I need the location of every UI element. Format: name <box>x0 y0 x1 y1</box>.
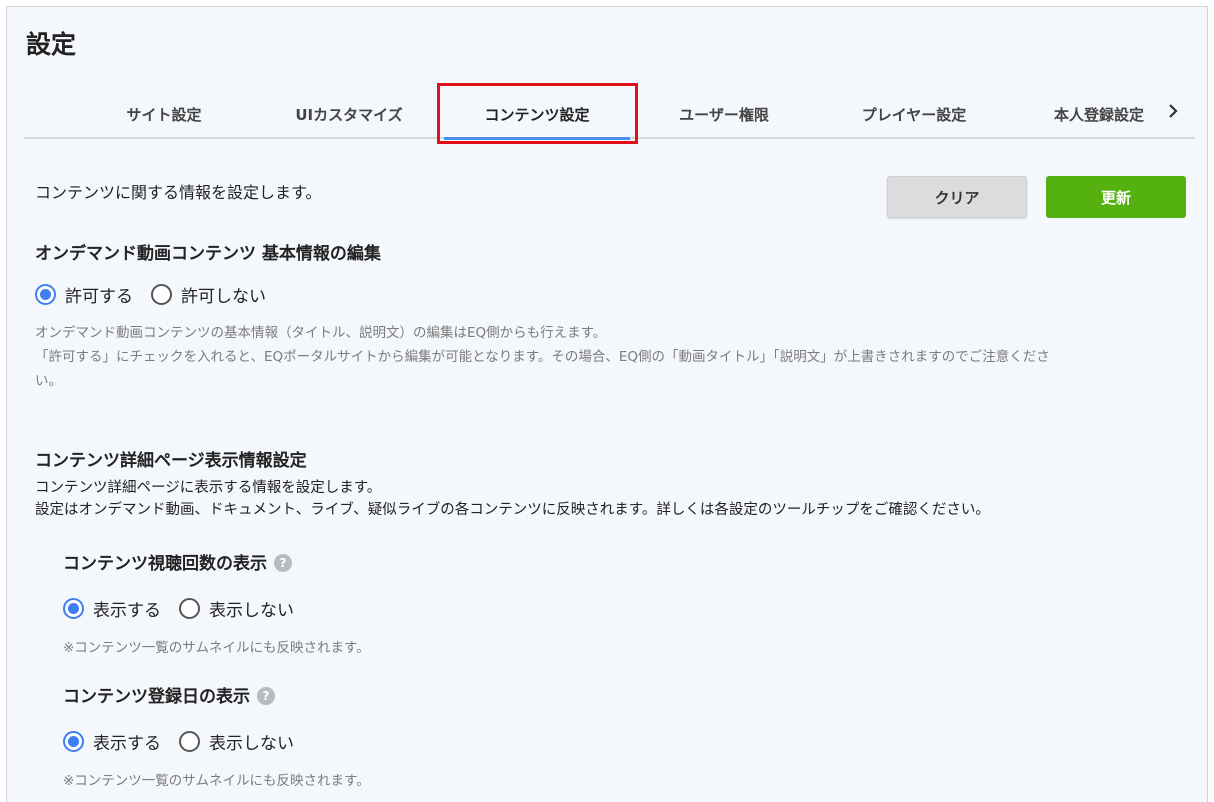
view-count-radio-group: 表示する 表示しない <box>63 596 312 621</box>
view-count-note: ※コンテンツ一覧のサムネイルにも反映されます。 <box>63 640 370 656</box>
radio-unchecked-icon <box>179 731 200 752</box>
view-count-label: コンテンツ視聴回数の表示 <box>63 554 267 574</box>
radio-label: 表示しない <box>209 734 294 754</box>
detail-section-title: コンテンツ詳細ページ表示情報設定 <box>35 451 307 471</box>
view-count-hide-radio[interactable]: 表示しない <box>179 596 294 621</box>
note-line: 「許可する」にチェックを入れると、EQポータルサイトから編集が可能となります。そ… <box>35 349 1050 365</box>
view-count-title: コンテンツ視聴回数の表示 ? <box>63 549 292 574</box>
radio-checked-icon <box>63 598 84 619</box>
intro-text: コンテンツに関する情報を設定します。 <box>35 183 322 202</box>
reg-date-label: コンテンツ登録日の表示 <box>63 687 250 707</box>
radio-unchecked-icon <box>151 284 172 305</box>
note-line: オンデマンド動画コンテンツの基本情報（タイトル、説明文）の編集はEQ側からも行え… <box>35 325 607 341</box>
radio-unchecked-icon <box>179 598 200 619</box>
tab-identity-registration[interactable]: 本人登録設定 <box>1024 91 1174 137</box>
help-icon[interactable]: ? <box>257 687 275 705</box>
desc-line: コンテンツ詳細ページに表示する情報を設定します。 <box>35 480 382 496</box>
tab-site-settings[interactable]: サイト設定 <box>84 91 244 137</box>
clear-button[interactable]: クリア <box>887 176 1027 218</box>
radio-label: 表示する <box>93 601 161 621</box>
radio-label: 表示する <box>93 734 161 754</box>
tab-player-settings[interactable]: プレイヤー設定 <box>824 91 1004 137</box>
update-button[interactable]: 更新 <box>1046 176 1186 218</box>
reg-date-radio-group: 表示する 表示しない <box>63 729 312 754</box>
radio-label: 許可しない <box>181 287 266 307</box>
tab-content-settings[interactable]: コンテンツ設定 <box>444 91 630 140</box>
reg-date-title: コンテンツ登録日の表示 ? <box>63 682 275 707</box>
ondemand-allow-radio[interactable]: 許可する <box>35 282 133 307</box>
tab-bar: サイト設定 UIカスタマイズ コンテンツ設定 ユーザー権限 プレイヤー設定 本人… <box>24 91 1195 140</box>
ondemand-section-title: オンデマンド動画コンテンツ 基本情報の編集 <box>35 244 381 264</box>
chevron-right-icon[interactable] <box>1163 99 1183 123</box>
reg-date-hide-radio[interactable]: 表示しない <box>179 729 294 754</box>
desc-line: 設定はオンデマンド動画、ドキュメント、ライブ、疑似ライブの各コンテンツに反映され… <box>35 502 990 518</box>
ondemand-radio-group: 許可する 許可しない <box>35 282 284 307</box>
reg-date-show-radio[interactable]: 表示する <box>63 729 161 754</box>
help-icon[interactable]: ? <box>274 554 292 572</box>
note-line: い。 <box>35 373 62 389</box>
settings-panel: 設定 サイト設定 UIカスタマイズ コンテンツ設定 ユーザー権限 プレイヤー設定… <box>6 6 1208 802</box>
tab-ui-customize[interactable]: UIカスタマイズ <box>264 91 434 137</box>
radio-checked-icon <box>35 284 56 305</box>
page-title: 設定 <box>26 30 77 59</box>
reg-date-note: ※コンテンツ一覧のサムネイルにも反映されます。 <box>63 773 370 789</box>
detail-description: コンテンツ詳細ページに表示する情報を設定します。 設定はオンデマンド動画、ドキュ… <box>35 477 1185 521</box>
view-count-show-radio[interactable]: 表示する <box>63 596 161 621</box>
radio-label: 許可する <box>65 287 133 307</box>
radio-label: 表示しない <box>209 601 294 621</box>
ondemand-note: オンデマンド動画コンテンツの基本情報（タイトル、説明文）の編集はEQ側からも行え… <box>35 321 1185 393</box>
radio-checked-icon <box>63 731 84 752</box>
tab-user-permissions[interactable]: ユーザー権限 <box>644 91 804 137</box>
ondemand-deny-radio[interactable]: 許可しない <box>151 282 266 307</box>
